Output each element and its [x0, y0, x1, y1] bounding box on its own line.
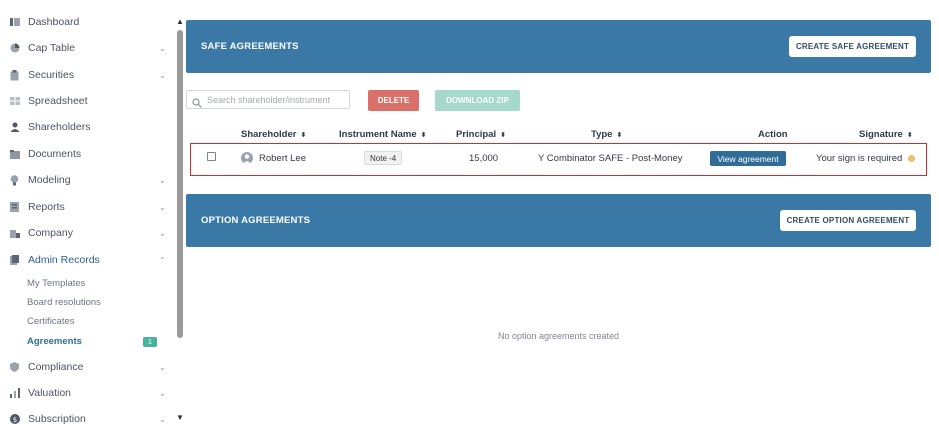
pie-chart-icon [9, 43, 20, 54]
folder-icon [9, 149, 20, 160]
shareholder-name: Robert Lee [259, 153, 307, 164]
chevron-down-icon: ⌄ [159, 43, 166, 53]
scroll-down-arrow-icon[interactable]: ▼ [176, 413, 184, 422]
valuation-icon [9, 388, 20, 399]
records-icon [9, 255, 20, 266]
clipboard-icon [9, 69, 20, 81]
sidebar-item-spreadsheet[interactable]: Spreadsheet [0, 90, 174, 112]
scroll-up-arrow-icon[interactable]: ▲ [176, 17, 184, 26]
report-icon [9, 202, 20, 213]
chevron-down-icon: ⌄ [159, 228, 166, 238]
sidebar-subitem-certificates[interactable]: Certificates [27, 313, 75, 329]
sidebar: Dashboard Cap Table ⌄ Securities ⌄ Sprea… [0, 0, 174, 430]
column-header-principal[interactable]: Principal ⬍ [456, 129, 506, 140]
create-safe-agreement-button[interactable]: CREATE SAFE AGREEMENT [789, 36, 916, 57]
spreadsheet-icon [9, 96, 20, 107]
instrument-tag: Note -4 [364, 151, 403, 165]
search-box[interactable] [186, 90, 350, 109]
sort-icon: ⬍ [616, 131, 623, 139]
sort-icon: ⬍ [500, 131, 506, 139]
sidebar-scrollbar-thumb[interactable] [177, 30, 183, 338]
bulb-icon [9, 174, 20, 186]
shield-icon [9, 362, 20, 373]
sort-icon: ⬍ [300, 131, 307, 139]
sidebar-item-shareholders[interactable]: Shareholders [0, 116, 174, 138]
building-icon [9, 228, 20, 239]
sidebar-item-company[interactable]: Company ⌄ [0, 222, 174, 244]
chevron-down-icon: ⌄ [159, 362, 166, 372]
column-header-type[interactable]: Type ⬍ [591, 129, 622, 140]
sidebar-subitem-my-templates[interactable]: My Templates [27, 275, 85, 291]
row-checkbox[interactable] [207, 152, 216, 161]
principal-value: 15,000 [469, 153, 499, 164]
sort-icon: ⬍ [906, 131, 913, 139]
signature-status-dot [908, 155, 915, 162]
download-zip-button[interactable]: DOWNLOAD ZIP [435, 90, 520, 111]
sidebar-item-compliance[interactable]: Compliance ⌄ [0, 356, 174, 378]
dollar-icon: $ [9, 414, 20, 425]
column-header-shareholder[interactable]: Shareholder ⬍ [241, 129, 306, 140]
sidebar-item-dashboard[interactable]: Dashboard [0, 11, 174, 33]
chevron-down-icon: ⌄ [159, 202, 166, 212]
chevron-down-icon: ⌄ [159, 388, 166, 398]
chevron-up-icon: ⌃ [159, 255, 166, 265]
safe-agreements-header: SAFE AGREEMENTS CREATE SAFE AGREEMENT [186, 20, 931, 73]
dashboard-icon [9, 17, 20, 28]
create-option-agreement-button[interactable]: CREATE OPTION AGREEMENT [780, 210, 916, 231]
sidebar-item-reports[interactable]: Reports ⌄ [0, 196, 174, 218]
safe-agreements-title: SAFE AGREEMENTS [201, 41, 299, 52]
sidebar-item-admin-records[interactable]: Admin Records ⌃ [0, 249, 174, 271]
sidebar-item-cap-table[interactable]: Cap Table ⌄ [0, 37, 174, 59]
search-icon [192, 95, 202, 108]
person-icon [9, 122, 20, 133]
option-agreements-header: OPTION AGREEMENTS CREATE OPTION AGREEMEN… [186, 194, 931, 247]
agreement-type: Y Combinator SAFE - Post-Money [538, 153, 683, 164]
column-header-signature[interactable]: Signature ⬍ [859, 129, 913, 140]
sidebar-item-valuation[interactable]: Valuation ⌄ [0, 382, 174, 404]
option-agreements-title: OPTION AGREEMENTS [201, 215, 311, 226]
column-header-action: Action [758, 129, 788, 140]
agreements-count-badge: 1 [143, 337, 157, 347]
sidebar-item-documents[interactable]: Documents [0, 143, 174, 165]
column-header-instrument[interactable]: Instrument Name ⬍ [339, 129, 426, 140]
chevron-down-icon: ⌄ [159, 70, 166, 80]
view-agreement-button[interactable]: View agreement [710, 151, 786, 166]
avatar [241, 152, 253, 164]
chevron-down-icon: ⌄ [159, 175, 166, 185]
search-input[interactable] [207, 94, 347, 105]
empty-state-message: No option agreements created [497, 331, 620, 341]
chevron-down-icon: ⌄ [159, 414, 166, 424]
sidebar-item-securities[interactable]: Securities ⌄ [0, 64, 174, 86]
delete-button[interactable]: DELETE [368, 90, 419, 111]
sidebar-subitem-agreements[interactable]: Agreements [27, 333, 82, 349]
svg-text:$: $ [12, 416, 16, 424]
signature-status: Your sign is required [816, 153, 903, 164]
sidebar-item-modeling[interactable]: Modeling ⌄ [0, 169, 174, 191]
sort-icon: ⬍ [420, 131, 427, 139]
sidebar-item-subscription[interactable]: $ Subscription ⌄ [0, 408, 174, 430]
sidebar-subitem-board-resolutions[interactable]: Board resolutions [27, 294, 101, 310]
